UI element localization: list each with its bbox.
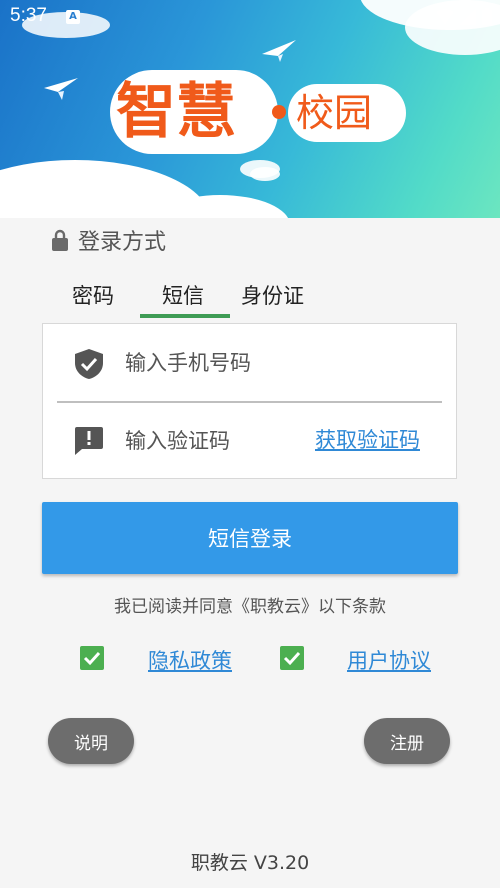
status-icons [436, 8, 492, 25]
cloud-decoration [250, 167, 280, 181]
notification-icon: A [66, 10, 80, 24]
register-button[interactable]: 注册 [364, 718, 450, 764]
paper-plane-icon [44, 78, 78, 100]
app-version: 职教云 V3.20 [190, 852, 310, 874]
tab-password[interactable]: 密码 [72, 280, 114, 310]
agreement-text: 我已阅读并同意《职教云》以下条款 [114, 597, 386, 617]
verification-code-input[interactable] [123, 422, 287, 460]
privacy-policy-link[interactable]: 隐私政策 [148, 645, 232, 675]
checkmark-icon [283, 651, 301, 666]
checkmark-icon [83, 651, 101, 666]
logo-sub-text: 校园 [296, 91, 373, 135]
tab-sms[interactable]: 短信 [162, 280, 204, 310]
alert-message-icon [75, 427, 103, 455]
app-logo: 智慧 校园 [110, 62, 410, 157]
help-button[interactable]: 说明 [48, 718, 134, 764]
status-time: 5:37 [10, 5, 47, 26]
sms-login-button[interactable]: 短信登录 [42, 502, 458, 574]
login-method-label: 登录方式 [78, 230, 167, 255]
code-row: 获取验证码 [43, 402, 456, 479]
lock-icon [52, 229, 68, 251]
logo-dot [272, 105, 286, 119]
login-method-heading: 登录方式 [52, 224, 166, 256]
tab-selected-indicator [140, 314, 230, 318]
wifi-icon [436, 8, 454, 25]
signal-icon [460, 8, 476, 25]
user-agreement-checkbox[interactable] [280, 646, 304, 670]
phone-row [43, 324, 456, 403]
shield-check-icon [75, 349, 103, 379]
status-bar: 5:37 A [0, 0, 500, 34]
tab-id-card[interactable]: 身份证 [241, 280, 304, 310]
user-agreement-link[interactable]: 用户协议 [347, 645, 431, 675]
paper-plane-icon [262, 40, 296, 62]
phone-input[interactable] [123, 344, 357, 382]
battery-icon [482, 8, 492, 25]
sms-login-form: 获取验证码 [42, 323, 457, 479]
privacy-checkbox[interactable] [80, 646, 104, 670]
get-code-link[interactable]: 获取验证码 [315, 424, 420, 454]
login-tabs: 密码 短信 身份证 [50, 280, 350, 320]
logo-main-text: 智慧 [116, 77, 236, 147]
